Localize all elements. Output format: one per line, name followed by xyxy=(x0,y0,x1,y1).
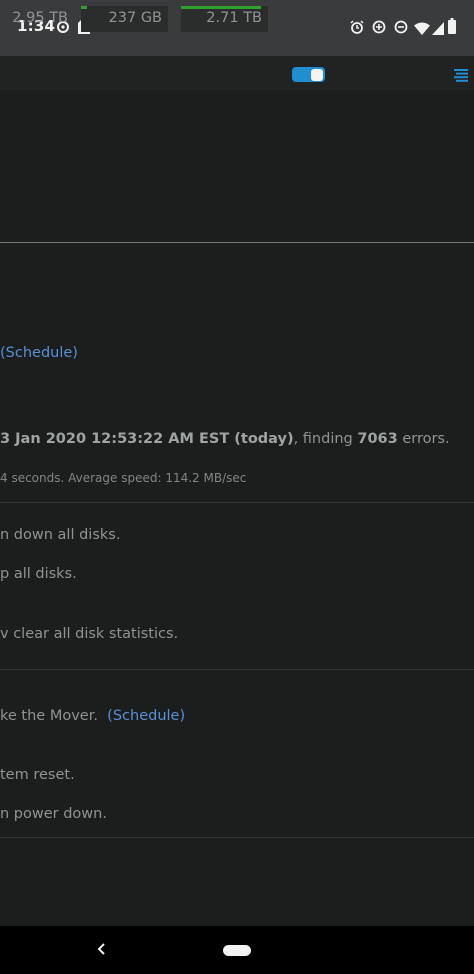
clear-stats-description: v clear all disk statistics. xyxy=(0,626,179,642)
parity-error-count: 7063 xyxy=(357,431,398,447)
parity-mid-text: , finding xyxy=(293,431,358,447)
stat-free-label: 2.71 TB xyxy=(206,10,262,26)
section-divider xyxy=(0,242,474,243)
stat-used-label: 237 GB xyxy=(108,10,162,26)
stat-total: 2.95 TB xyxy=(12,6,68,32)
parity-date: 3 Jan 2020 12:53:22 AM EST (today) xyxy=(0,431,294,447)
divider xyxy=(0,837,474,838)
menu-lines-icon[interactable] xyxy=(454,67,468,86)
parity-suffix-text: errors. xyxy=(397,431,450,447)
stat-free-bar xyxy=(181,6,262,9)
stat-used-bar xyxy=(81,6,88,9)
divider xyxy=(0,502,474,503)
wifi-icon xyxy=(414,20,430,39)
stat-total-label: 2.95 TB xyxy=(12,10,68,26)
theme-toggle[interactable] xyxy=(292,67,325,82)
parity-speed-line: 4 seconds. Average speed: 114.2 MB/sec xyxy=(0,471,247,485)
battery-icon xyxy=(448,18,456,38)
spin-down-description: n down all disks. xyxy=(0,527,121,543)
reset-description: tem reset. xyxy=(0,767,75,783)
toggle-knob xyxy=(311,68,323,81)
parity-history-line: 3 Jan 2020 12:53:22 AM EST (today), find… xyxy=(0,431,450,447)
parity-schedule-link[interactable]: (Schedule) xyxy=(0,345,78,361)
alarm-icon xyxy=(350,19,364,38)
signal-icon xyxy=(432,20,444,39)
data-saver-icon xyxy=(372,19,386,38)
divider xyxy=(0,669,474,670)
home-pill-icon[interactable] xyxy=(223,945,251,956)
do-not-disturb-icon xyxy=(394,19,408,38)
power-down-description: n power down. xyxy=(0,806,107,822)
stat-used: 237 GB xyxy=(81,6,168,32)
mover-schedule-link[interactable]: (Schedule) xyxy=(107,708,185,724)
stat-free: 2.71 TB xyxy=(181,6,268,32)
top-stats-bar xyxy=(0,56,474,90)
screen: 1:34 2.95 TB 237 GB 2.71 TB (Schedule) 3… xyxy=(0,0,474,974)
back-chevron-icon[interactable] xyxy=(96,941,106,961)
mover-line: ke the Mover. (Schedule) xyxy=(0,708,185,724)
spin-up-description: p all disks. xyxy=(0,566,77,582)
mover-description: ke the Mover. xyxy=(0,708,98,724)
